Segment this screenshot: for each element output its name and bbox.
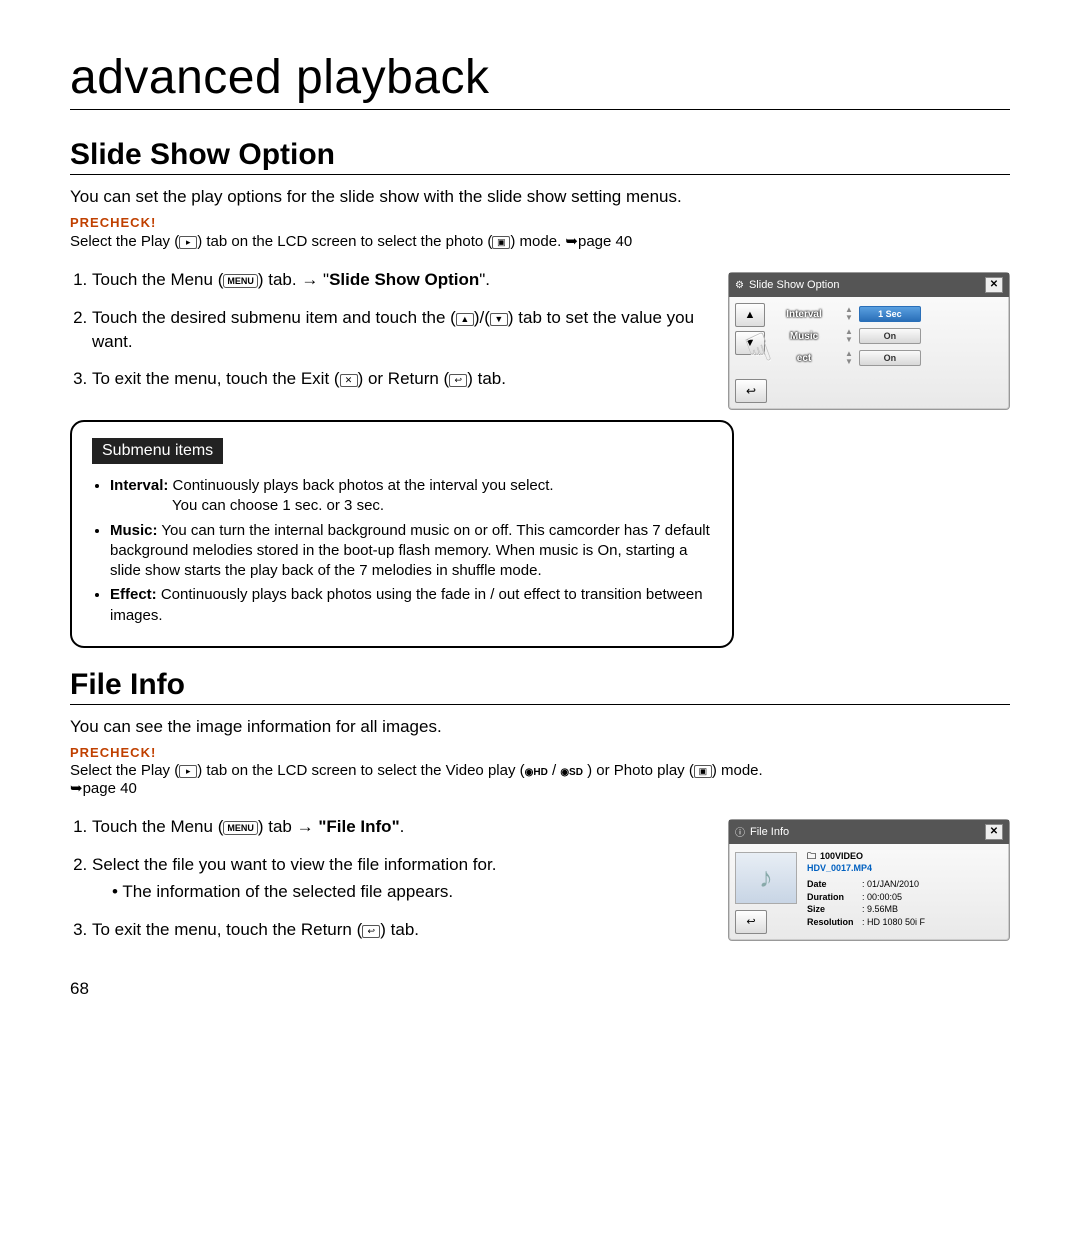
slideshow-intro: You can set the play options for the sli…: [70, 187, 1010, 207]
menu-icon: MENU: [223, 821, 258, 835]
slideshow-steps: Touch the Menu (MENU) tab. → "Slide Show…: [70, 268, 708, 391]
folder-name: 100VIDEO: [820, 850, 863, 863]
gear-icon: ⚙: [735, 280, 744, 291]
chapter-title: advanced playback: [70, 50, 1010, 110]
precheck-text: Select the Play (▸) tab on the LCD scree…: [70, 232, 1010, 250]
section-title-slideshow: Slide Show Option: [70, 138, 1010, 175]
close-icon[interactable]: ✕: [985, 277, 1003, 293]
lcd-file-info: ⓘ File Info ✕ ♪ ↩ 🗀 100VIDEO HDV_0017.MP…: [728, 819, 1010, 941]
info-icon: ⓘ: [735, 824, 745, 839]
lcd-slideshow-option: ⚙ Slide Show Option ✕ ▲ ▼ Interval ▲▼ 1 …: [728, 272, 1010, 410]
lcd-return-button[interactable]: ↩: [735, 910, 767, 934]
lcd-up-button[interactable]: ▲: [735, 303, 765, 327]
lcd-item-effect[interactable]: ect: [769, 353, 839, 364]
file-thumbnail: ♪: [735, 852, 797, 904]
return-icon: ↩: [449, 374, 467, 387]
lcd-item-music[interactable]: Music: [769, 331, 839, 342]
exit-icon: ✕: [340, 374, 358, 387]
lcd-value-interval[interactable]: 1 Sec: [859, 306, 921, 322]
photo-icon: ▣: [694, 765, 712, 778]
lcd-title-fi: File Info: [750, 826, 789, 838]
section-title-fileinfo: File Info: [70, 668, 1010, 705]
lcd-down-button[interactable]: ▼: [735, 331, 765, 355]
fileinfo-steps: Touch the Menu (MENU) tab → "File Info".…: [70, 815, 708, 942]
down-icon: ▼: [490, 313, 508, 326]
lcd-value-effect[interactable]: On: [859, 350, 921, 366]
close-icon[interactable]: ✕: [985, 824, 1003, 840]
page-number: 68: [70, 979, 1010, 999]
folder-icon: 🗀: [807, 850, 816, 863]
menu-icon: MENU: [223, 274, 258, 288]
photo-icon: ▣: [492, 236, 510, 249]
precheck-label: PRECHECK!: [70, 215, 1010, 230]
play-icon: ▸: [179, 765, 197, 778]
submenu-title: Submenu items: [92, 438, 223, 464]
submenu-callout: Submenu items Interval: Continuously pla…: [70, 420, 734, 648]
file-name: HDV_0017.MP4: [807, 862, 1003, 875]
return-icon: ↩: [362, 925, 380, 938]
hd-icon: ◉HD: [525, 767, 548, 778]
up-icon: ▲: [456, 313, 474, 326]
precheck-text-fi: Select the Play (▸) tab on the LCD scree…: [70, 762, 1010, 797]
lcd-return-button[interactable]: ↩: [735, 379, 767, 403]
play-icon: ▸: [179, 236, 197, 249]
fileinfo-intro: You can see the image information for al…: [70, 717, 1010, 737]
lcd-title: Slide Show Option: [749, 279, 840, 291]
lcd-value-music[interactable]: On: [859, 328, 921, 344]
sd-icon: ◉SD: [560, 767, 583, 778]
lcd-item-interval[interactable]: Interval: [769, 309, 839, 320]
precheck-label-fi: PRECHECK!: [70, 745, 1010, 760]
